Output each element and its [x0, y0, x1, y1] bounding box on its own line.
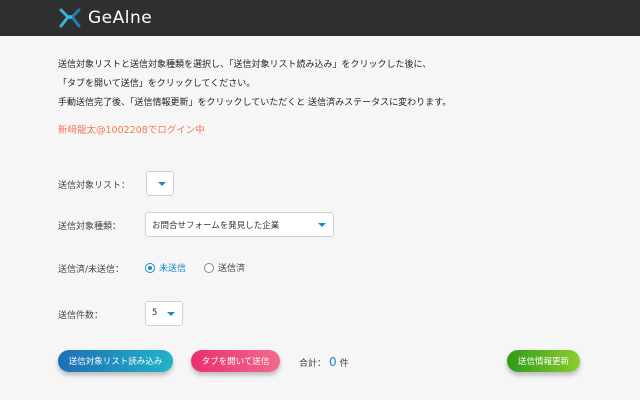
top-bar: GeAlne — [0, 0, 640, 36]
chevron-down-icon — [158, 182, 166, 186]
x-logo-icon — [59, 8, 81, 28]
logo[interactable]: GeAlne — [58, 7, 152, 29]
target-list-select[interactable] — [146, 171, 174, 196]
instruction-line: 送信対象リストと送信対象種類を選択し、「送信対象リスト読み込み」をクリックした後… — [58, 60, 432, 70]
send-count-value: 5 — [152, 308, 158, 318]
send-count-select[interactable]: 5 — [145, 301, 183, 326]
radio-circle — [204, 262, 214, 273]
radio-sent[interactable]: 送信済 — [204, 261, 245, 274]
total-count: 合計： 0 件 — [299, 355, 349, 369]
send-count-label: 送信件数： — [58, 311, 104, 321]
total-prefix: 合計： — [299, 359, 327, 369]
target-list-label: 送信対象リスト： — [58, 181, 131, 191]
update-send-info-button[interactable]: 送信情報更新 — [507, 350, 580, 372]
open-tabs-send-button[interactable]: タブを開いて送信 — [191, 350, 280, 372]
load-list-button[interactable]: 送信対象リスト読み込み — [58, 350, 173, 372]
radio-unsent-label: 未送信 — [159, 264, 187, 274]
total-suffix: 件 — [339, 359, 349, 369]
login-status: 新﨑龍太@1002208でログイン中 — [58, 125, 205, 136]
chevron-down-icon — [318, 223, 326, 227]
instruction-line: 手動送信完了後、「送信情報更新」をクリックしていただくと 送信済みステータスに変… — [58, 98, 452, 108]
target-type-select[interactable]: お問合せフォームを発見した企業 — [145, 212, 334, 237]
main-content: 送信対象リストと送信対象種類を選択し、「送信対象リスト読み込み」をクリックした後… — [0, 36, 640, 400]
instructions: 送信対象リストと送信対象種類を選択し、「送信対象リスト読み込み」をクリックした後… — [58, 56, 451, 113]
chevron-down-icon — [167, 312, 175, 316]
send-status-label: 送信済/未送信： — [58, 265, 125, 275]
instruction-line: 「タブを開いて送信」をクリックしてください。 — [58, 79, 256, 89]
target-type-value: お問合せフォームを発見した企業 — [152, 221, 280, 231]
target-type-label: 送信対象種類： — [58, 222, 122, 232]
total-value: 0 — [329, 355, 337, 369]
radio-unsent[interactable]: 未送信 — [145, 261, 186, 274]
radio-sent-label: 送信済 — [218, 264, 246, 274]
radio-circle — [145, 262, 155, 273]
logo-text: GeAlne — [88, 8, 153, 28]
